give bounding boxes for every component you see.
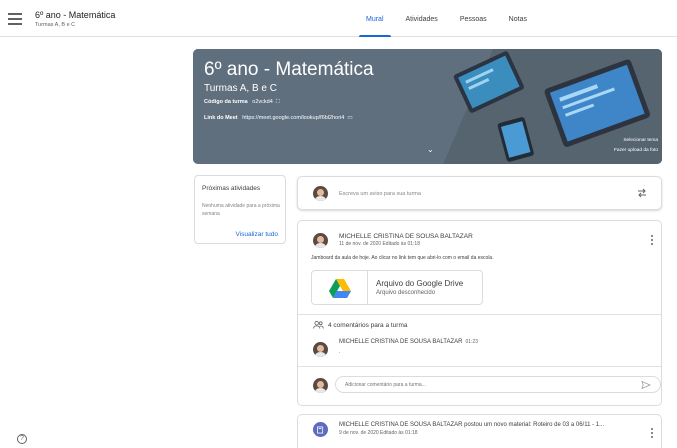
meet-link[interactable]: https://meet.google.com/lookup/f6bl2hori… (242, 115, 344, 121)
banner-section: Turmas A, B e C (204, 83, 277, 94)
send-icon[interactable] (641, 380, 651, 390)
post-author: MICHELLE CRISTINA DE SOUSA BALTAZAR (339, 233, 473, 240)
material-post-title: MICHELLE CRISTINA DE SOUSA BALTAZAR post… (339, 422, 605, 428)
repost-icon[interactable] (636, 187, 648, 199)
avatar (313, 186, 328, 201)
tab-notas[interactable]: Notas (498, 0, 538, 37)
people-icon (313, 321, 324, 329)
help-icon[interactable]: ? (17, 434, 27, 444)
banner-title: 6º ano - Matemática (204, 59, 374, 80)
material-post-card[interactable]: MICHELLE CRISTINA DE SOUSA BALTAZAR post… (297, 414, 662, 448)
chevron-down-icon[interactable]: ⌄ (427, 145, 434, 154)
meet-label: Link do Meet (204, 115, 238, 121)
upcoming-empty-text: Nenhuma atividade para a próxima semana (202, 203, 280, 217)
comments-count-label: 4 comentários para a turma (328, 321, 408, 329)
comment-input[interactable] (345, 380, 625, 390)
announce-box[interactable]: Escreva um aviso para sua turma (297, 176, 662, 210)
video-camera-icon[interactable]: ▭ (346, 115, 352, 121)
class-code-label: Código da turma (204, 99, 248, 105)
class-code-value[interactable]: o2vckd4 (252, 99, 273, 105)
tab-bar: Mural Atividades Pessoas Notas (355, 0, 538, 37)
material-post-date: 9 de nov. de 2020 Editado às 01:18 (339, 430, 418, 436)
top-app-bar: 6º ano - Matemática Turmas A, B e C Mura… (0, 0, 677, 37)
post-date: 11 de nov. de 2020 Editado às 01:18 (339, 241, 420, 247)
tab-mural[interactable]: Mural (355, 0, 395, 37)
avatar (313, 342, 328, 357)
divider (298, 366, 661, 367)
comment-time: 01:23 (465, 339, 478, 345)
comment-text: . (339, 349, 341, 355)
announce-placeholder: Escreva um aviso para sua turma (339, 191, 421, 197)
attachment-title: Arquivo do Google Drive (376, 279, 464, 288)
meet-link-row: Link do Meet https://meet.google.com/loo… (204, 115, 353, 121)
tab-atividades[interactable]: Atividades (395, 0, 449, 37)
divider (298, 314, 661, 315)
avatar (313, 233, 328, 248)
tab-pessoas[interactable]: Pessoas (449, 0, 498, 37)
class-banner: 6º ano - Matemática Turmas A, B e C Códi… (193, 49, 662, 164)
more-options-icon[interactable] (649, 428, 655, 442)
more-options-icon[interactable] (649, 235, 655, 249)
attachment-thumbnail (312, 271, 368, 304)
google-drive-icon (329, 279, 351, 298)
comment-reply-box (335, 376, 661, 393)
attachment-subtitle: Arquivo desconhecido (376, 290, 436, 296)
avatar (313, 378, 328, 393)
post-card: MICHELLE CRISTINA DE SOUSA BALTAZAR 11 d… (297, 220, 662, 406)
post-body: Jamboard da aula de hoje. Ao clicar no l… (311, 255, 494, 261)
upcoming-title: Próximas atividades (202, 185, 261, 192)
class-code-row: Código da turma o2vckd4 ⛶ (204, 99, 280, 106)
drive-attachment[interactable]: Arquivo do Google Drive Arquivo desconhe… (311, 270, 483, 305)
select-theme-link[interactable]: Selecionar tema (623, 138, 658, 143)
upcoming-card: Próximas atividades Nenhuma atividade pa… (194, 175, 286, 244)
view-all-link[interactable]: Visualizar tudo (235, 231, 278, 238)
menu-icon[interactable] (6, 11, 24, 27)
fullscreen-icon[interactable]: ⛶ (274, 99, 280, 105)
material-icon (313, 422, 328, 437)
class-subtitle: Turmas A, B e C (35, 22, 76, 28)
comment-author: MICHELLE CRISTINA DE SOUSA BALTAZAR 01:23 (339, 339, 478, 345)
class-title[interactable]: 6º ano - Matemática (35, 10, 115, 20)
comment-author-name: MICHELLE CRISTINA DE SOUSA BALTAZAR (339, 339, 463, 345)
class-comments-link[interactable]: 4 comentários para a turma (313, 321, 407, 329)
upload-photo-link[interactable]: Fazer upload da foto (614, 148, 658, 153)
